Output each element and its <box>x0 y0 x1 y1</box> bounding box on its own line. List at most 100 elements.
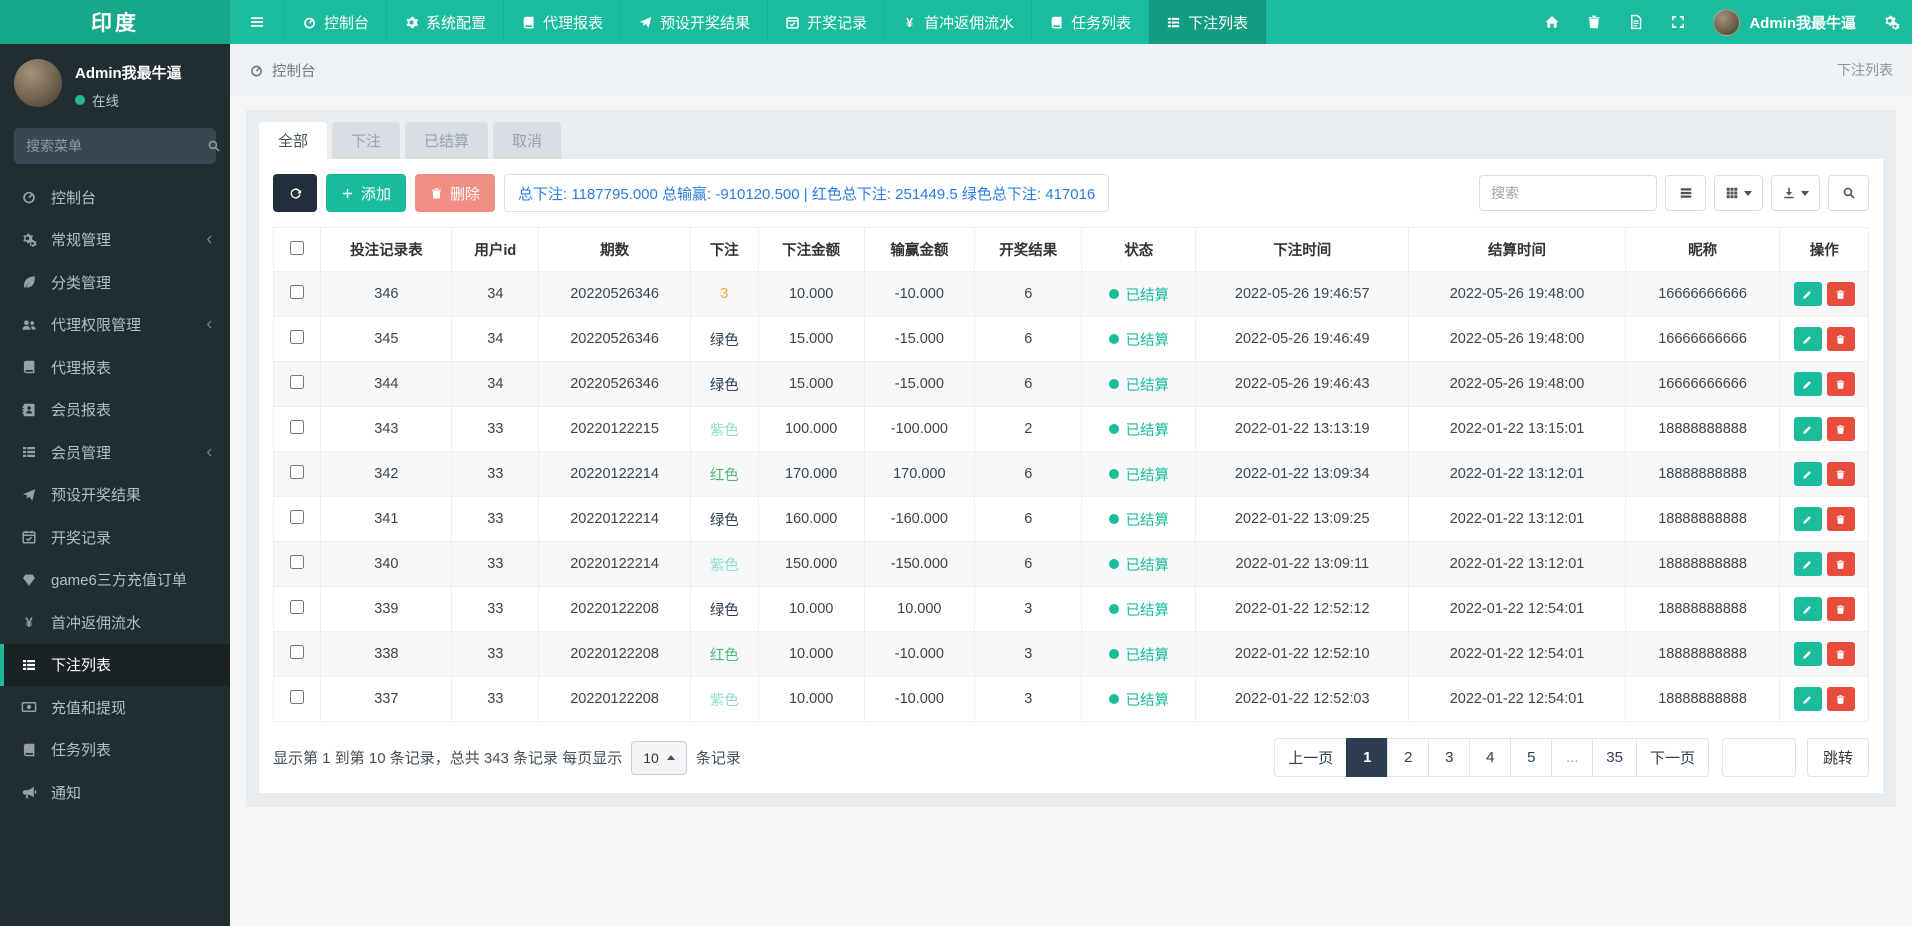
pencil-icon <box>1802 559 1813 570</box>
sidebar-item-12[interactable]: 充值和提现 <box>0 686 230 729</box>
cell-nick: 16666666666 <box>1624 361 1781 407</box>
delete-row-button[interactable] <box>1826 597 1855 621</box>
delete-row-button[interactable] <box>1826 642 1855 666</box>
add-button[interactable]: 添加 <box>326 174 407 212</box>
jump-button[interactable]: 跳转 <box>1806 738 1869 777</box>
trash-button[interactable] <box>1573 0 1615 44</box>
page-item-下一页[interactable]: 下一页 <box>1635 738 1709 777</box>
page-size-dropdown[interactable]: 10 <box>631 740 687 775</box>
topnav-item-0[interactable]: 控制台 <box>285 0 388 44</box>
tab-2[interactable]: 已结算 <box>405 122 489 159</box>
delete-row-button[interactable] <box>1826 327 1855 351</box>
topnav-item-6[interactable]: 任务列表 <box>1032 0 1150 44</box>
sidebar-item-9[interactable]: game6三方充值订单 <box>0 559 230 602</box>
cell-uid-value: 34 <box>487 376 504 392</box>
edit-row-button[interactable] <box>1793 597 1822 621</box>
tab-3[interactable]: 取消 <box>493 122 562 159</box>
sidebar-item-11[interactable]: 下注列表 <box>0 643 230 686</box>
sidebar-item-6[interactable]: 会员管理 <box>0 431 230 474</box>
row-checkbox[interactable] <box>290 645 305 659</box>
sidebar-item-2[interactable]: 分类管理 <box>0 261 230 304</box>
edit-row-button[interactable] <box>1793 462 1822 486</box>
topnav-item-5[interactable]: ¥ 首冲返佣流水 <box>885 0 1033 44</box>
select-all-checkbox[interactable] <box>290 240 305 255</box>
cell-result: 6 <box>974 541 1083 587</box>
edit-row-button[interactable] <box>1793 642 1822 666</box>
topnav-item-3[interactable]: 预设开奖结果 <box>621 0 769 44</box>
sidebar-item-5[interactable]: 会员报表 <box>0 389 230 432</box>
cell-id: 338 <box>320 631 453 677</box>
page-item-1[interactable]: 1 <box>1346 738 1389 777</box>
sidebar-item-7[interactable]: 预设开奖结果 <box>0 474 230 517</box>
edit-row-button[interactable] <box>1793 282 1822 306</box>
jump-page-input[interactable] <box>1721 738 1796 777</box>
row-checkbox[interactable] <box>290 330 305 344</box>
row-checkbox[interactable] <box>290 510 305 524</box>
cell-bet_time-value: 2022-05-26 19:46:57 <box>1234 286 1370 302</box>
row-checkbox[interactable] <box>290 285 305 299</box>
row-checkbox[interactable] <box>290 555 305 569</box>
columns-button[interactable] <box>1714 175 1763 211</box>
page-item-5[interactable]: 5 <box>1510 738 1553 777</box>
row-checkbox[interactable] <box>290 420 305 434</box>
page-item-3[interactable]: 3 <box>1428 738 1471 777</box>
page-item-2[interactable]: 2 <box>1387 738 1430 777</box>
cell-nick: 18888888888 <box>1624 631 1781 677</box>
cell-bet_time-value: 2022-01-22 13:09:34 <box>1234 466 1370 482</box>
cell-bet: 绿色 <box>689 316 759 362</box>
topnav-item-label: 控制台 <box>324 14 370 32</box>
sidebar-item-13[interactable]: 任务列表 <box>0 729 230 772</box>
sidebar-item-1[interactable]: 常规管理 <box>0 219 230 262</box>
sidebar-item-0[interactable]: 控制台 <box>0 176 230 219</box>
status-cell: 已结算 <box>1081 406 1197 452</box>
delete-row-button[interactable] <box>1826 282 1855 306</box>
edit-row-button[interactable] <box>1793 507 1822 531</box>
settings-button[interactable] <box>1870 0 1912 44</box>
row-checkbox[interactable] <box>290 600 305 614</box>
sidebar-item-4[interactable]: 代理报表 <box>0 346 230 389</box>
delete-button[interactable]: 删除 <box>415 174 496 212</box>
toggle-view-button[interactable] <box>1665 175 1706 211</box>
sidebar-item-8[interactable]: 开奖记录 <box>0 516 230 559</box>
edit-row-button[interactable] <box>1793 327 1822 351</box>
row-checkbox[interactable] <box>290 690 305 704</box>
home-button[interactable] <box>1531 0 1573 44</box>
delete-row-button[interactable] <box>1826 507 1855 531</box>
table-search-input[interactable] <box>1479 175 1657 211</box>
topnav-item-label: 系统配置 <box>426 14 487 32</box>
edit-row-button[interactable] <box>1793 417 1822 441</box>
topnav-item-2[interactable]: 代理报表 <box>504 0 622 44</box>
delete-row-button[interactable] <box>1826 372 1855 396</box>
pencil-icon <box>1802 694 1813 705</box>
delete-row-button[interactable] <box>1826 462 1855 486</box>
edit-row-button[interactable] <box>1793 552 1822 576</box>
sidebar-item-3[interactable]: 代理权限管理 <box>0 304 230 347</box>
page-item-上一页[interactable]: 上一页 <box>1274 738 1348 777</box>
tab-1[interactable]: 下注 <box>332 122 401 159</box>
delete-row-button[interactable] <box>1826 417 1855 441</box>
row-checkbox[interactable] <box>290 465 305 479</box>
export-button[interactable] <box>1771 175 1820 211</box>
sidebar-item-10[interactable]: ¥ 首冲返佣流水 <box>0 601 230 644</box>
page-item-4[interactable]: 4 <box>1469 738 1512 777</box>
content-card: 全部 下注 已结算 取消 添加 删除 总下注: 1187795.000 总输赢: -9… <box>246 110 1896 807</box>
row-checkbox[interactable] <box>290 375 305 389</box>
search-button[interactable] <box>1828 175 1869 211</box>
file-button[interactable] <box>1615 0 1657 44</box>
tab-0[interactable]: 全部 <box>259 122 328 159</box>
expand-button[interactable] <box>1657 0 1699 44</box>
refresh-button[interactable] <box>273 174 317 212</box>
sidebar-toggle-button[interactable] <box>230 0 285 44</box>
page-item-35[interactable]: 35 <box>1592 738 1637 777</box>
sidebar-item-14[interactable]: 通知 <box>0 771 230 814</box>
edit-row-button[interactable] <box>1793 372 1822 396</box>
topnav-item-1[interactable]: 系统配置 <box>387 0 505 44</box>
topnav-user[interactable]: Admin我最牛逼 <box>1699 8 1870 36</box>
topnav-item-4[interactable]: 开奖记录 <box>768 0 886 44</box>
breadcrumb[interactable]: 控制台 <box>249 60 316 81</box>
sidebar-search-input[interactable] <box>26 138 207 154</box>
delete-row-button[interactable] <box>1826 687 1855 711</box>
delete-row-button[interactable] <box>1826 552 1855 576</box>
edit-row-button[interactable] <box>1793 687 1822 711</box>
topnav-item-7[interactable]: 下注列表 <box>1149 0 1267 44</box>
